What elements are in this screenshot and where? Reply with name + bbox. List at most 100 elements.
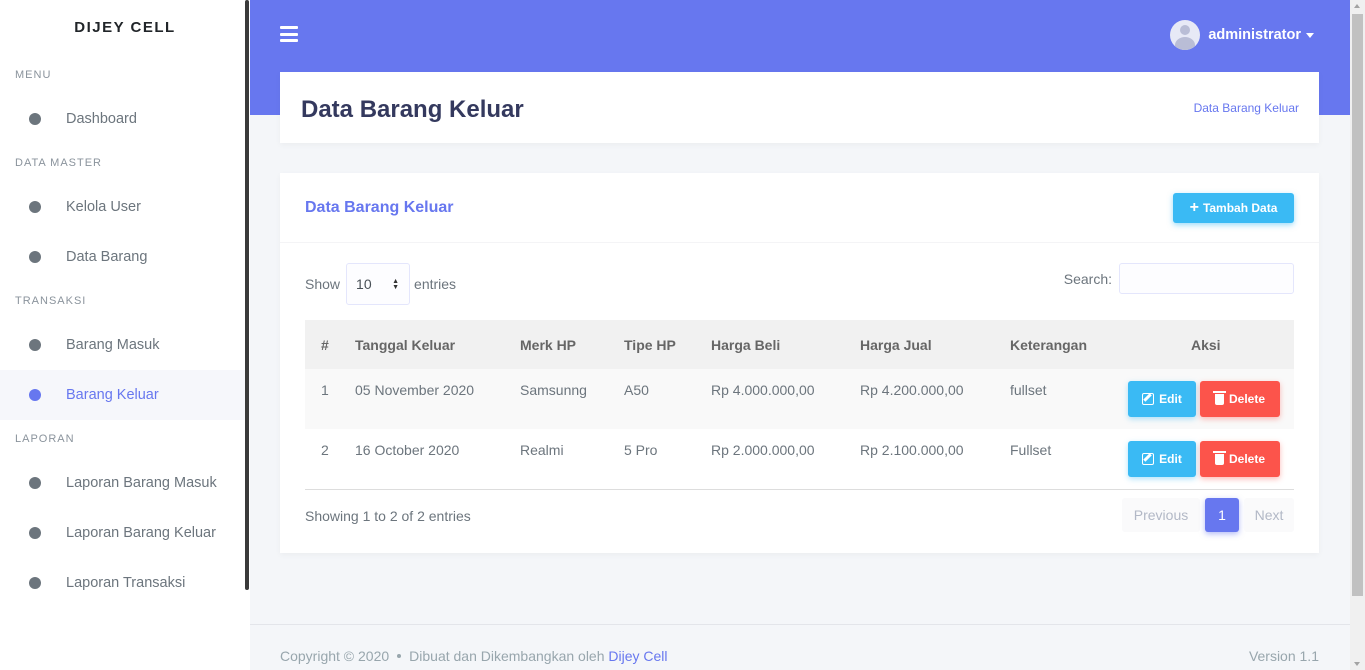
cell-harga-jual: Rp 2.100.000,00 [860, 442, 964, 458]
breadcrumb[interactable]: Data Barang Keluar [1194, 101, 1299, 115]
table-info: Showing 1 to 2 of 2 entries [305, 508, 471, 524]
credit-text: Dibuat dan Dikembangkan oleh [409, 648, 605, 664]
cell-merk: Realmi [520, 442, 564, 458]
edit-button[interactable]: Edit [1128, 441, 1196, 477]
bullet-icon [29, 113, 41, 125]
trash-icon [1212, 450, 1226, 465]
pagination-next[interactable]: Next [1244, 498, 1294, 532]
table-header-row: # Tanggal Keluar Merk HP Tipe HP Harga B… [305, 320, 1294, 369]
menu-header-data-master: DATA MASTER [15, 157, 102, 169]
col-header[interactable]: Merk HP [520, 337, 576, 353]
delete-label: Delete [1228, 452, 1266, 466]
sidebar-item-label: Barang Keluar [66, 387, 159, 403]
entries-select-value: 10 [356, 276, 372, 292]
sidebar-item-kelola-user[interactable]: Kelola User [0, 182, 250, 232]
trash-icon [1212, 390, 1226, 405]
scrollbar-thumb[interactable] [1352, 14, 1363, 596]
pagination-page-1[interactable]: 1 [1205, 498, 1239, 532]
cell-harga-beli: Rp 4.000.000,00 [711, 382, 815, 398]
table-row: 2 16 October 2020 Realmi 5 Pro Rp 2.000.… [305, 429, 1294, 489]
sidebar-item-data-barang[interactable]: Data Barang [0, 232, 250, 282]
col-header[interactable]: # [321, 337, 329, 353]
caret-down-icon [1306, 32, 1314, 38]
bullet-icon [29, 339, 41, 351]
col-header[interactable]: Tanggal Keluar [355, 337, 455, 353]
separator-dot [397, 654, 402, 659]
edit-icon [1142, 453, 1155, 465]
edit-label: Edit [1159, 452, 1182, 466]
cell-harga-beli: Rp 2.000.000,00 [711, 442, 815, 458]
sidebar-item-label: Laporan Barang Masuk [66, 475, 217, 491]
cell-tipe: A50 [624, 382, 649, 398]
cell-tipe: 5 Pro [624, 442, 658, 458]
user-menu[interactable]: administrator [1170, 20, 1314, 50]
pagination: Previous 1 Next [1122, 498, 1294, 532]
plus-icon: + [1189, 199, 1199, 216]
author-link[interactable]: Dijey Cell [608, 648, 667, 664]
add-data-label: Tambah Data [1202, 201, 1278, 215]
col-header[interactable]: Keterangan [1010, 337, 1087, 353]
cell-keterangan: fullset [1010, 382, 1047, 398]
menu-header-transaksi: TRANSAKSI [15, 295, 87, 307]
sidebar-item-label: Laporan Transaksi [66, 575, 186, 591]
scroll-down-icon[interactable] [1354, 662, 1360, 666]
col-header[interactable]: Harga Jual [860, 337, 932, 353]
add-data-button[interactable]: + Tambah Data [1173, 193, 1294, 223]
sidebar-item-dashboard[interactable]: Dashboard [0, 94, 250, 144]
cell-no: 1 [321, 382, 329, 398]
cell-merk: Samsunng [520, 382, 587, 398]
sidebar-scrollbar[interactable] [245, 0, 249, 590]
col-header[interactable]: Tipe HP [624, 337, 676, 353]
sidebar-item-laporan-barang-masuk[interactable]: Laporan Barang Masuk [0, 458, 250, 508]
delete-button[interactable]: Delete [1200, 381, 1280, 417]
sidebar-item-label: Kelola User [66, 199, 141, 215]
entries-label: entries [414, 276, 457, 292]
card-title: Data Barang Keluar [305, 199, 454, 216]
col-header[interactable]: Harga Beli [711, 337, 780, 353]
scroll-up-icon[interactable] [1354, 4, 1360, 8]
col-header: Aksi [1191, 336, 1221, 353]
menu-header-menu: MENU [15, 69, 52, 81]
show-label: Show [305, 276, 341, 292]
sidebar-item-barang-keluar[interactable]: Barang Keluar [0, 370, 250, 420]
cell-tanggal: 16 October 2020 [355, 442, 460, 458]
page-scrollbar[interactable] [1350, 0, 1365, 670]
footer-left: Copyright © 2020 Dibuat dan Dikembangkan … [280, 648, 668, 664]
version-text: Version 1.1 [1248, 648, 1319, 664]
sidebar-item-laporan-transaksi[interactable]: Laporan Transaksi [0, 558, 250, 608]
sidebar-item-label: Dashboard [66, 111, 137, 127]
data-table: # Tanggal Keluar Merk HP Tipe HP Harga B… [305, 320, 1294, 489]
page-title: Data Barang Keluar [301, 96, 524, 123]
search-control: Search: [1064, 263, 1294, 294]
bullet-icon [29, 251, 41, 263]
sidebar-item-laporan-barang-keluar[interactable]: Laporan Barang Keluar [0, 508, 250, 558]
pagination-previous[interactable]: Previous [1122, 498, 1200, 532]
card-header: Data Barang Keluar + Tambah Data [280, 173, 1319, 243]
bullet-icon [29, 201, 41, 213]
table-bottom-divider [305, 489, 1294, 490]
entries-select[interactable]: 10 ▲ ▼ [346, 263, 411, 305]
sidebar-item-barang-masuk[interactable]: Barang Masuk [0, 320, 250, 370]
select-arrows-icon: ▲ ▼ [392, 278, 400, 291]
table-row: 1 05 November 2020 Samsunng A50 Rp 4.000… [305, 369, 1294, 429]
brand-logo[interactable]: DIJEY CELL [0, 0, 250, 56]
footer: Copyright © 2020 Dibuat dan Dikembangkan … [250, 624, 1350, 670]
delete-button[interactable]: Delete [1200, 441, 1280, 477]
sidebar-item-label: Data Barang [66, 249, 148, 265]
edit-button[interactable]: Edit [1128, 381, 1196, 417]
cell-no: 2 [321, 442, 329, 458]
search-input[interactable] [1119, 263, 1294, 294]
length-control: Show 10 ▲ ▼ entries [305, 263, 456, 305]
sidebar: DIJEY CELL MENU Dashboard DATA MASTER Ke… [0, 0, 250, 670]
search-label: Search: [1063, 270, 1112, 287]
delete-label: Delete [1228, 392, 1266, 406]
page-header: Data Barang Keluar Data Barang Keluar [280, 72, 1319, 143]
data-card: Data Barang Keluar + Tambah Data Show 10… [280, 173, 1319, 553]
bullet-icon [29, 477, 41, 489]
edit-icon [1142, 393, 1155, 405]
sidebar-item-label: Laporan Barang Keluar [66, 525, 216, 541]
hamburger-menu-icon[interactable] [280, 26, 298, 42]
bullet-icon [29, 527, 41, 539]
bullet-icon [29, 389, 41, 401]
menu-header-laporan: LAPORAN [15, 433, 75, 445]
